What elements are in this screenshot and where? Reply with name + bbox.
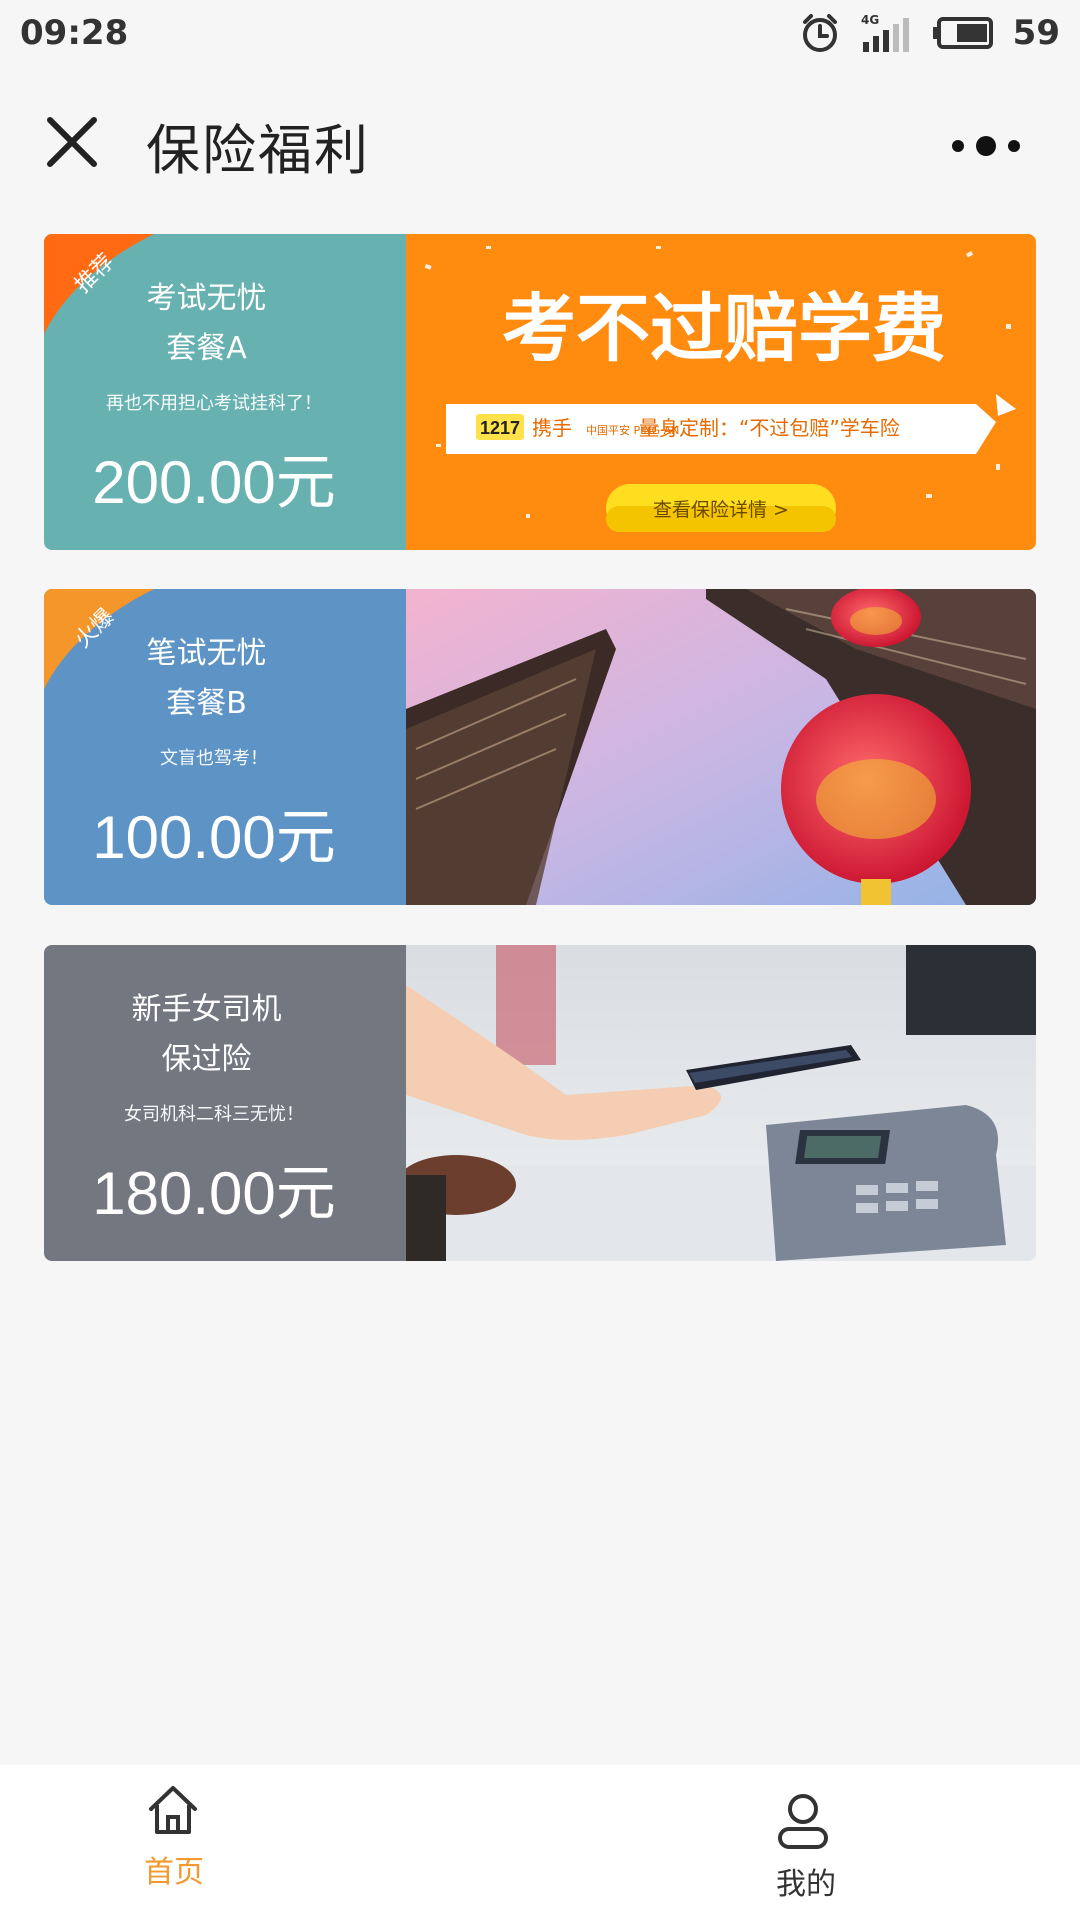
pavilion-lantern-image [406,589,1036,905]
package-name-line2: 保过险 [161,1042,252,1077]
status-time: 09:28 [20,13,129,53]
package-name: 考试无忧 套餐A [44,274,369,374]
payment-banner[interactable] [406,945,1036,1261]
package-name-line1: 新手女司机 [131,992,282,1027]
banner-slogan: 量身定制：“不过包赔”学车险 [639,416,900,440]
partner-logo: 1217 [480,418,520,438]
package-name-line1: 考试无忧 [146,281,267,316]
package-name: 笔试无忧 套餐B [44,629,369,729]
package-name-line2: 套餐B [166,686,247,721]
insurance-card-a[interactable]: 推荐 考试无忧 套餐A 再也不用担心考试挂科了！ 200.00元 考不过赔学费 [44,234,1036,550]
status-icons: 4G 59 [799,12,1060,54]
tab-profile[interactable]: 我的 [540,1765,1080,1920]
package-name-line2: 套餐A [166,331,247,366]
package-price: 180.00元 [92,1160,336,1227]
status-bar: 09:28 4G 59 [0,0,1080,66]
package-description: 再也不用担心考试挂科了！ [106,393,322,414]
card-info-panel: 新手女司机 保过险 女司机科二科三无忧！ 180.00元 [44,945,406,1261]
tab-home[interactable]: 首页 [0,1765,540,1920]
card-info-panel: 推荐 考试无忧 套餐A 再也不用担心考试挂科了！ 200.00元 [44,234,406,550]
title-bar: 保险福利 [0,66,1080,216]
tab-home-label: 首页 [144,1855,204,1890]
more-icon [952,136,1020,156]
banner-with: 携手 [532,416,572,440]
close-button[interactable] [44,114,100,170]
battery-icon [932,16,995,50]
package-description: 女司机科二科三无忧！ [124,1104,304,1125]
package-name: 新手女司机 保过险 [44,985,369,1085]
phone-payment-image [406,945,1036,1261]
banner-details-button[interactable]: 查看保险详情 > [653,499,789,521]
network-type-label: 4G [861,13,879,27]
bottom-tab-bar: 首页 我的 [0,1765,1080,1920]
home-icon [146,1783,200,1841]
insurance-card-c[interactable]: 新手女司机 保过险 女司机科二科三无忧！ 180.00元 [44,945,1036,1261]
tab-profile-label: 我的 [776,1867,836,1902]
page-title: 保险福利 [146,119,370,182]
battery-level: 59 [1012,13,1060,53]
alarm-icon [799,12,841,54]
card-info-panel: 火爆 笔试无忧 套餐B 文盲也驾考！ 100.00元 [44,589,406,905]
more-button[interactable] [936,126,1036,166]
banner-headline: 考不过赔学费 [502,286,946,372]
promo-banner-image: 考不过赔学费 1217 携手 中国平安 PING AN 量身定制：“不过包赔”学… [406,234,1036,550]
signal-icon: 4G [859,12,915,54]
package-price: 200.00元 [92,449,336,516]
close-icon [47,117,97,167]
pavilion-banner[interactable] [406,589,1036,905]
promo-banner[interactable]: 考不过赔学费 1217 携手 中国平安 PING AN 量身定制：“不过包赔”学… [406,234,1036,550]
package-name-line1: 笔试无忧 [146,636,267,671]
package-price: 100.00元 [92,804,336,871]
user-icon [776,1793,830,1855]
insurance-card-b[interactable]: 火爆 笔试无忧 套餐B 文盲也驾考！ 100.00元 [44,589,1036,905]
package-description: 文盲也驾考！ [160,748,268,769]
